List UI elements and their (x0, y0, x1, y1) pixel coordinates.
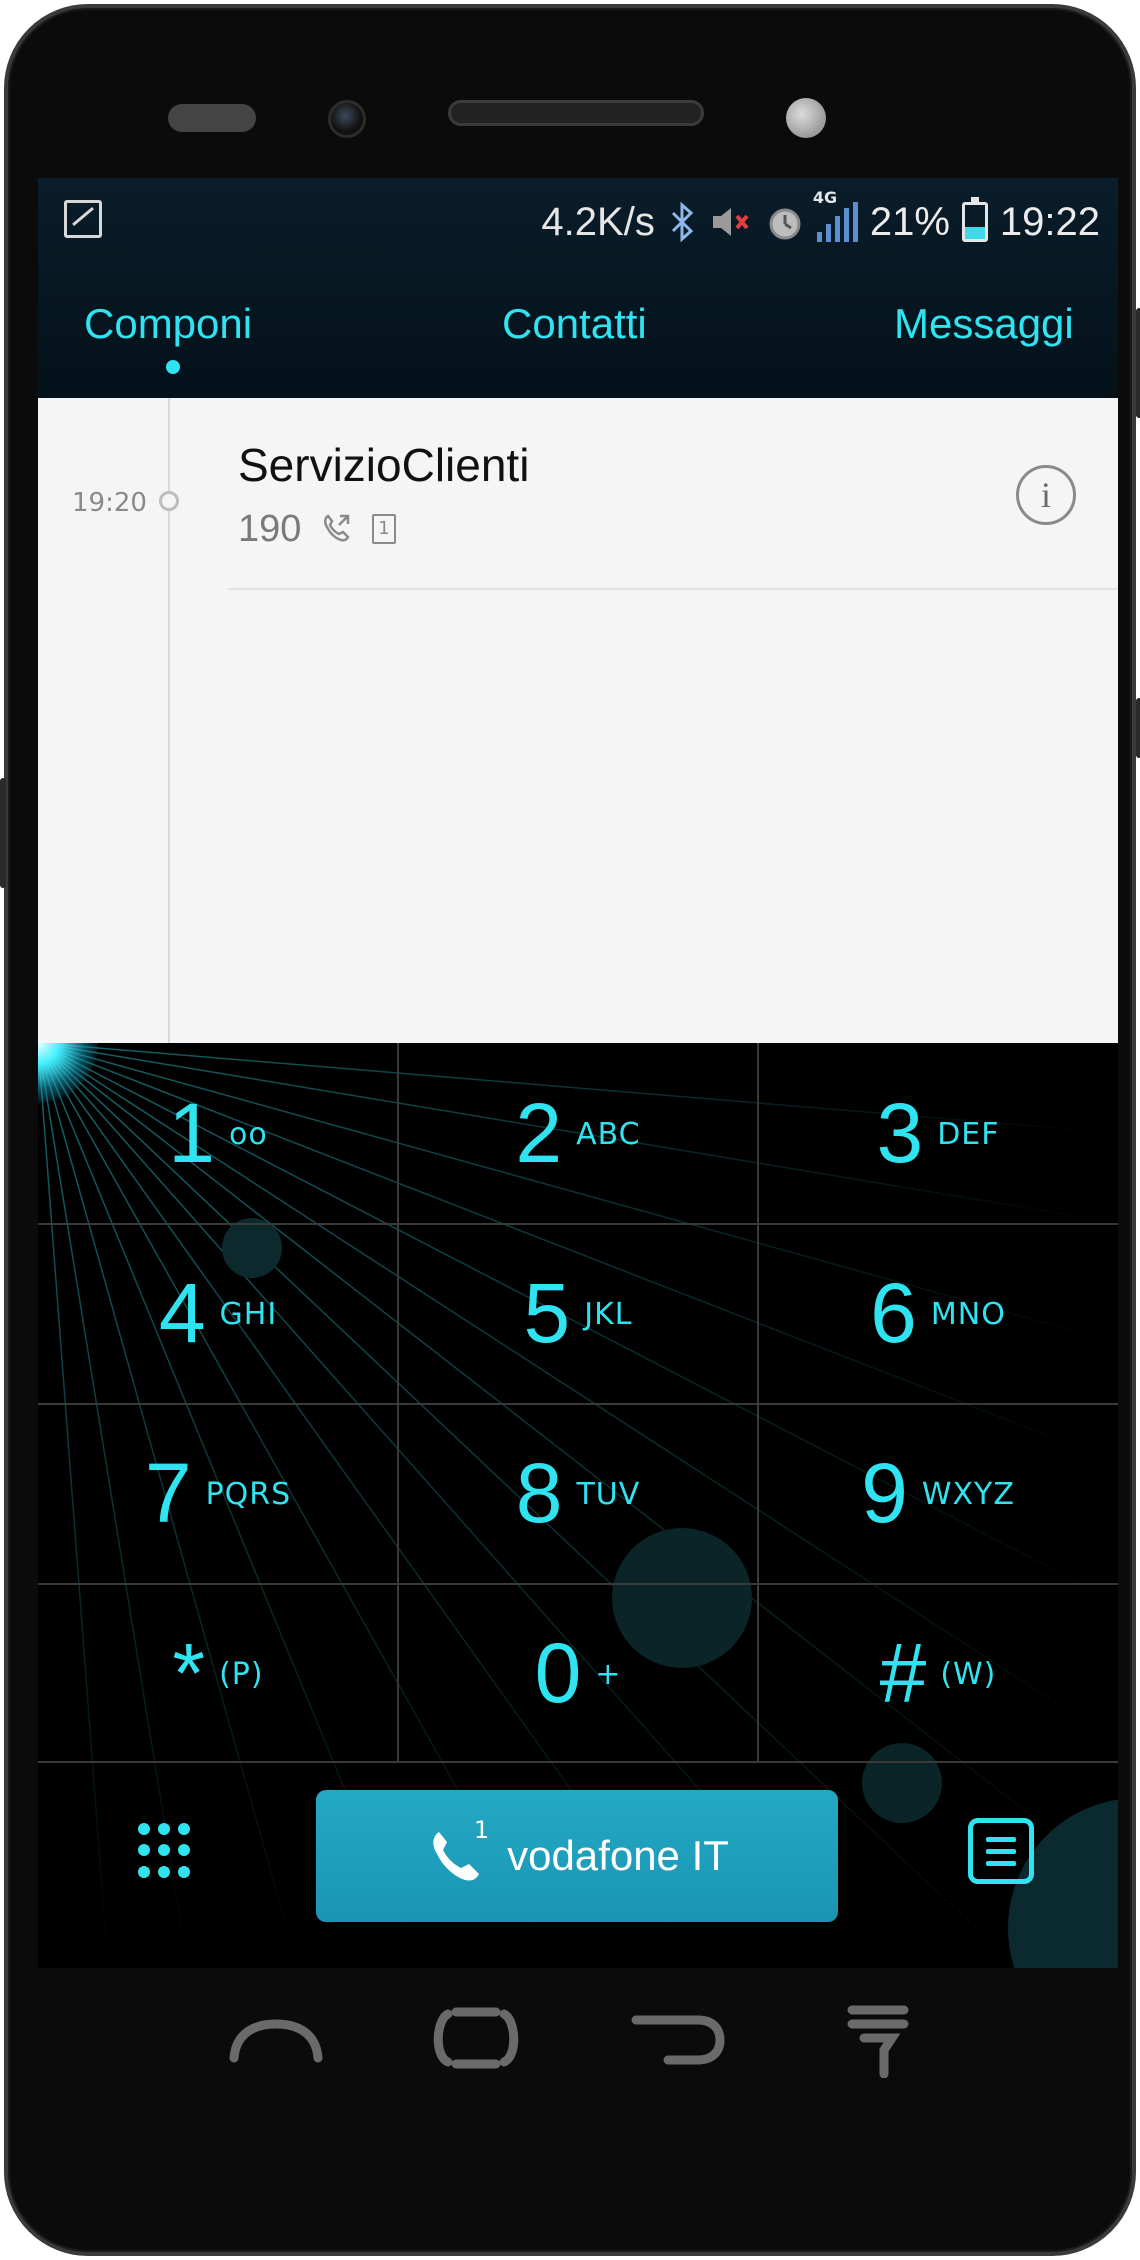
key-letters: (P) (219, 1656, 264, 1692)
volume-button (1136, 698, 1140, 758)
outgoing-call-icon (323, 514, 350, 542)
key-digit: # (879, 1626, 927, 1720)
key-1[interactable]: 1 oo (38, 1043, 398, 1223)
hardware-navigation (8, 1988, 1140, 2108)
key-letters: WXYZ (921, 1476, 1015, 1512)
notification-key-icon[interactable] (828, 1998, 928, 2078)
key-digit: 2 (515, 1086, 563, 1180)
sim-card-icon: 1 (372, 514, 396, 544)
voicemail-icon: oo (229, 1116, 268, 1152)
tab-messaggi[interactable]: Messaggi (894, 300, 1074, 348)
light-sensor (786, 98, 826, 138)
key-letters: TUV (576, 1476, 641, 1512)
key-letters: + (595, 1656, 622, 1692)
key-0[interactable]: 0 + (398, 1583, 758, 1763)
dialpad: 1 oo 2 ABC 3 DEF 4 GHI 5 JKL 6 MNO 7 PQR… (38, 1043, 1118, 1763)
key-5[interactable]: 5 JKL (398, 1223, 758, 1403)
call-time: 19:20 (72, 488, 147, 518)
alarm-icon (769, 208, 801, 240)
key-digit: 7 (144, 1446, 192, 1540)
recent-apps-key-icon[interactable] (426, 1998, 526, 2078)
home-key-icon[interactable] (226, 1998, 326, 2078)
key-star[interactable]: * (P) (38, 1583, 398, 1763)
tab-contatti[interactable]: Contatti (502, 300, 647, 348)
key-digit: * (172, 1626, 206, 1720)
earpiece-speaker (448, 100, 704, 126)
dialpad-toggle-button[interactable] (138, 1823, 194, 1879)
key-letters: ABC (576, 1116, 641, 1152)
key-2[interactable]: 2 ABC (398, 1043, 758, 1223)
key-letters: (W) (940, 1656, 997, 1692)
call-button[interactable]: 1 vodafone IT (316, 1790, 838, 1922)
key-9[interactable]: 9 WXYZ (758, 1403, 1118, 1583)
dialer-actions: 1 vodafone IT (38, 1763, 1118, 1968)
back-key-icon[interactable] (628, 1998, 728, 2078)
call-log: 19:20 ServizioClienti 190 1 i (38, 398, 1118, 1043)
tab-bar: Componi Contatti Messaggi (38, 278, 1118, 398)
key-letters: GHI (219, 1296, 278, 1332)
power-button (1136, 308, 1140, 418)
divider (228, 588, 1118, 590)
signal-icon: 4G (813, 188, 858, 242)
info-button[interactable]: i (1016, 465, 1076, 525)
front-camera (328, 100, 366, 138)
key-digit: 6 (870, 1266, 917, 1360)
key-4[interactable]: 4 GHI (38, 1223, 398, 1403)
bluetooth-icon (671, 201, 694, 243)
carrier-label: vodafone IT (507, 1832, 729, 1879)
sim-number-badge: 1 (473, 1816, 490, 1844)
active-tab-indicator (166, 360, 180, 374)
screen: 4.2K/s 4G 21% 19:22 Componi Contatti Mes… (38, 178, 1118, 1968)
contact-name: ServizioClienti (238, 439, 530, 491)
battery-icon (961, 197, 988, 242)
contact-number: 190 (238, 508, 302, 550)
key-3[interactable]: 3 DEF (758, 1043, 1118, 1223)
key-hash[interactable]: # (W) (758, 1583, 1118, 1763)
tab-componi[interactable]: Componi (84, 300, 252, 348)
key-digit: 9 (861, 1446, 908, 1540)
menu-button[interactable] (968, 1818, 1034, 1884)
key-6[interactable]: 6 MNO (758, 1223, 1118, 1403)
key-8[interactable]: 8 TUV (398, 1403, 758, 1583)
network-speed: 4.2K/s (541, 199, 655, 244)
status-bar: 4.2K/s 4G 21% 19:22 (38, 178, 1118, 278)
phone-frame: 4.2K/s 4G 21% 19:22 Componi Contatti Mes… (0, 4, 1140, 2256)
key-digit: 4 (158, 1266, 206, 1360)
key-letters: DEF (937, 1116, 1000, 1152)
side-button (0, 778, 6, 888)
key-letters: MNO (930, 1296, 1006, 1332)
key-digit: 0 (534, 1626, 582, 1720)
key-digit: 5 (523, 1266, 571, 1360)
key-letters: PQRS (205, 1476, 292, 1512)
battery-percentage: 21% (869, 199, 950, 244)
key-digit: 1 (168, 1086, 215, 1180)
key-7[interactable]: 7 PQRS (38, 1403, 398, 1583)
key-digit: 3 (876, 1086, 924, 1180)
timeline-node (159, 491, 179, 511)
key-digit: 8 (515, 1446, 563, 1540)
status-clock: 19:22 (999, 199, 1100, 244)
key-letters: JKL (584, 1296, 633, 1332)
proximity-sensor (168, 104, 256, 132)
mute-icon (712, 208, 749, 236)
image-icon (64, 200, 102, 238)
phone-icon: 1 (425, 1816, 489, 1886)
network-type-label: 4G (812, 188, 838, 207)
